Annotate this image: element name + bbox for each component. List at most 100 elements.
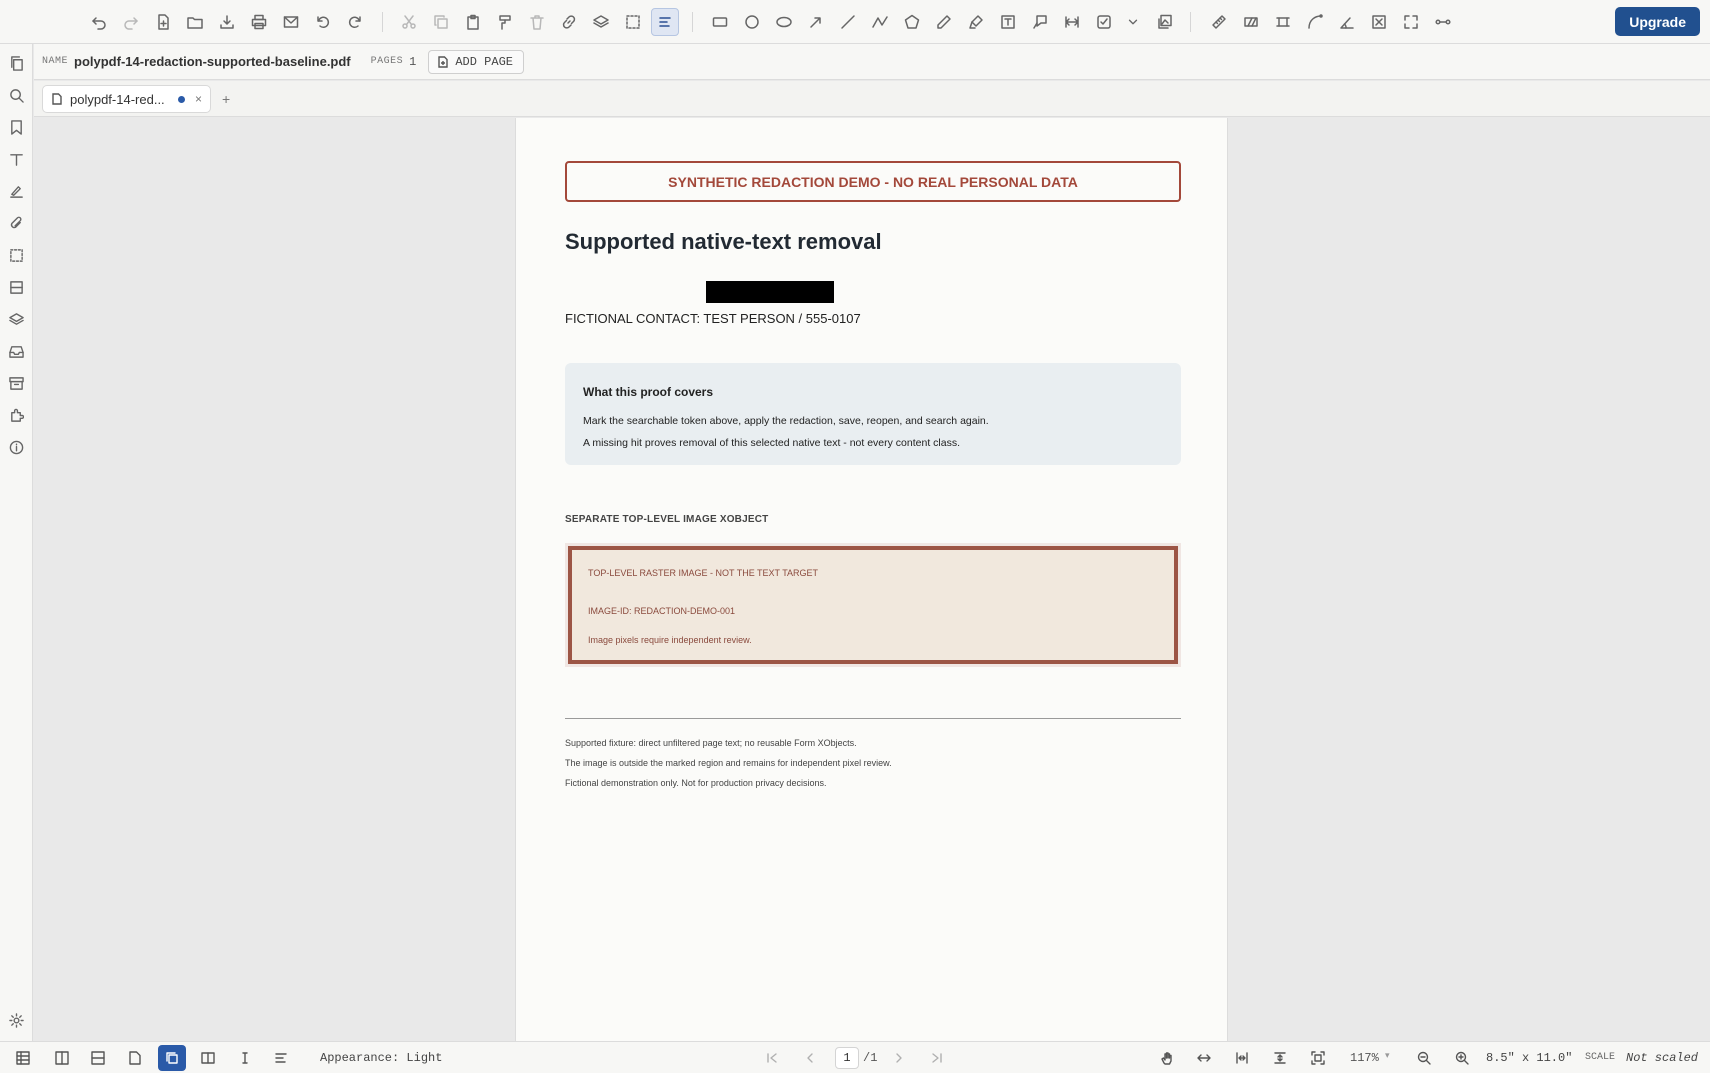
first-page-icon[interactable] bbox=[760, 1047, 784, 1069]
two-column-view-icon[interactable] bbox=[50, 1047, 74, 1069]
archive-icon[interactable] bbox=[6, 373, 27, 394]
fit-height-icon[interactable] bbox=[1268, 1047, 1292, 1069]
copy-icon[interactable] bbox=[427, 8, 455, 36]
zoom-out-icon[interactable] bbox=[1412, 1047, 1436, 1069]
upgrade-button[interactable]: Upgrade bbox=[1615, 7, 1700, 36]
cut-icon[interactable] bbox=[395, 8, 423, 36]
paste-icon[interactable] bbox=[459, 8, 487, 36]
redact-box-icon[interactable] bbox=[1365, 8, 1393, 36]
highlighter-icon[interactable] bbox=[962, 8, 990, 36]
plugin-icon[interactable] bbox=[6, 405, 27, 426]
line-icon[interactable] bbox=[834, 8, 862, 36]
rotate-left-icon[interactable] bbox=[309, 8, 337, 36]
format-painter-icon[interactable] bbox=[491, 8, 519, 36]
document-tab[interactable]: polypdf-14-red... × bbox=[42, 85, 211, 113]
fit-page-icon[interactable] bbox=[1306, 1047, 1330, 1069]
scale-value[interactable]: Not scaled bbox=[1626, 1051, 1698, 1065]
mail-icon[interactable] bbox=[277, 8, 305, 36]
pages-icon[interactable] bbox=[6, 53, 27, 74]
fullscreen-icon[interactable] bbox=[1397, 8, 1425, 36]
status-bar: Appearance: Light 1 /1 117% ▾ 8.5" x 11.… bbox=[0, 1041, 1710, 1073]
file-name[interactable]: polypdf-14-redaction-supported-baseline.… bbox=[74, 54, 351, 69]
layers-icon[interactable] bbox=[587, 8, 615, 36]
delete-icon[interactable] bbox=[523, 8, 551, 36]
circle-icon[interactable] bbox=[738, 8, 766, 36]
ruler-icon[interactable] bbox=[1205, 8, 1233, 36]
insert-image-icon[interactable] bbox=[1151, 8, 1179, 36]
form-fields-icon[interactable] bbox=[6, 277, 27, 298]
fit-page-width-icon[interactable] bbox=[1230, 1047, 1254, 1069]
arrow-icon[interactable] bbox=[802, 8, 830, 36]
angle-measure-icon[interactable] bbox=[1333, 8, 1361, 36]
footer-line-1: Supported fixture: direct unfiltered pag… bbox=[565, 738, 857, 748]
download-icon[interactable] bbox=[213, 8, 241, 36]
text-box-icon[interactable] bbox=[994, 8, 1022, 36]
fit-width-icon[interactable] bbox=[1192, 1047, 1216, 1069]
ellipse-icon[interactable] bbox=[770, 8, 798, 36]
open-folder-icon[interactable] bbox=[181, 8, 209, 36]
image-section-label: SEPARATE TOP-LEVEL IMAGE XOBJECT bbox=[565, 514, 769, 525]
bookmark-icon[interactable] bbox=[6, 117, 27, 138]
pdf-page[interactable]: SYNTHETIC REDACTION DEMO - NO REAL PERSO… bbox=[515, 118, 1228, 1041]
info-icon[interactable] bbox=[6, 437, 27, 458]
last-page-icon[interactable] bbox=[925, 1047, 949, 1069]
crop-icon[interactable] bbox=[1269, 8, 1297, 36]
pencil-icon[interactable] bbox=[930, 8, 958, 36]
add-page-button[interactable]: ADD PAGE bbox=[428, 49, 524, 74]
redo-icon[interactable] bbox=[117, 8, 145, 36]
text-tool-icon[interactable] bbox=[6, 149, 27, 170]
rotate-right-icon[interactable] bbox=[341, 8, 369, 36]
pan-hand-icon[interactable] bbox=[1155, 1047, 1179, 1069]
grid-view-icon[interactable] bbox=[11, 1047, 35, 1069]
settings-gear-icon[interactable] bbox=[6, 1010, 27, 1031]
document-heading: Supported native-text removal bbox=[565, 229, 882, 254]
appearance-mode[interactable]: Appearance: Light bbox=[320, 1051, 442, 1065]
zoom-in-icon[interactable] bbox=[1450, 1047, 1474, 1069]
selection-icon[interactable] bbox=[6, 245, 27, 266]
tab-close-button[interactable]: × bbox=[195, 92, 202, 106]
new-file-icon[interactable] bbox=[149, 8, 177, 36]
measure-distance-icon[interactable] bbox=[1058, 8, 1086, 36]
single-page-icon[interactable] bbox=[123, 1047, 147, 1069]
checkbox-field-icon[interactable] bbox=[1090, 8, 1118, 36]
new-tab-button[interactable]: + bbox=[222, 91, 230, 107]
current-page-input[interactable]: 1 bbox=[835, 1047, 859, 1069]
image-text-1: TOP-LEVEL RASTER IMAGE - NOT THE TEXT TA… bbox=[588, 568, 819, 578]
zoom-dropdown-icon[interactable]: ▾ bbox=[1385, 1050, 1390, 1061]
inbox-icon[interactable] bbox=[6, 341, 27, 362]
comment-pin-icon[interactable] bbox=[1026, 8, 1054, 36]
text-align-icon[interactable] bbox=[651, 8, 679, 36]
contact-line: FICTIONAL CONTACT: TEST PERSON / 555-010… bbox=[565, 311, 861, 326]
link-icon[interactable] bbox=[555, 8, 583, 36]
undo-icon[interactable] bbox=[85, 8, 113, 36]
chevron-down-icon[interactable] bbox=[1126, 8, 1140, 36]
toolbar-separator bbox=[1190, 12, 1191, 32]
add-page-icon bbox=[438, 55, 449, 68]
next-page-icon[interactable] bbox=[887, 1047, 911, 1069]
footer-line-3: Fictional demonstration only. Not for pr… bbox=[565, 778, 827, 788]
document-icon bbox=[52, 93, 62, 105]
signature-icon[interactable] bbox=[6, 181, 27, 202]
previous-page-icon[interactable] bbox=[798, 1047, 822, 1069]
document-canvas[interactable]: SYNTHETIC REDACTION DEMO - NO REAL PERSO… bbox=[34, 118, 1710, 1041]
curve-icon[interactable] bbox=[1301, 8, 1329, 36]
redaction-box[interactable] bbox=[706, 281, 834, 303]
select-area-icon[interactable] bbox=[619, 8, 647, 36]
connector-icon[interactable] bbox=[1429, 8, 1457, 36]
layers-panel-icon[interactable] bbox=[6, 309, 27, 330]
raster-image: TOP-LEVEL RASTER IMAGE - NOT THE TEXT TA… bbox=[565, 543, 1181, 667]
split-horizontal-icon[interactable] bbox=[86, 1047, 110, 1069]
dual-page-icon[interactable] bbox=[196, 1047, 220, 1069]
zoom-level[interactable]: 117% bbox=[1350, 1051, 1379, 1065]
demo-banner: SYNTHETIC REDACTION DEMO - NO REAL PERSO… bbox=[565, 161, 1181, 202]
area-measure-icon[interactable] bbox=[1237, 8, 1265, 36]
polyline-icon[interactable] bbox=[866, 8, 894, 36]
rectangle-icon[interactable] bbox=[706, 8, 734, 36]
text-lines-icon[interactable] bbox=[269, 1047, 293, 1069]
continuous-scroll-icon[interactable] bbox=[158, 1045, 186, 1071]
search-icon[interactable] bbox=[6, 85, 27, 106]
text-cursor-icon[interactable] bbox=[233, 1047, 257, 1069]
polygon-icon[interactable] bbox=[898, 8, 926, 36]
attachment-icon[interactable] bbox=[6, 213, 27, 234]
print-icon[interactable] bbox=[245, 8, 273, 36]
